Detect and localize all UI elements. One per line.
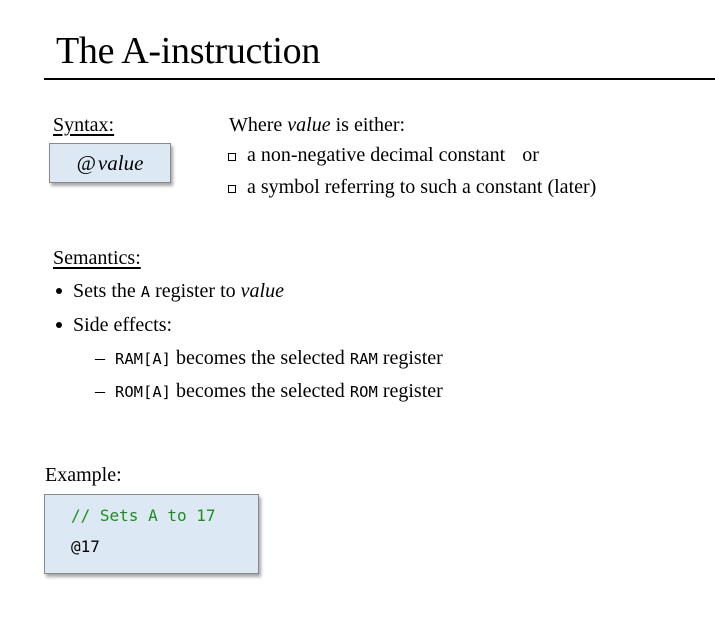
ram-a-code: RAM[A] [115, 350, 171, 368]
where-item-1-tail: or [522, 144, 539, 166]
rom-code: ROM [349, 383, 378, 401]
semantics-label: Semantics: [53, 247, 141, 269]
where-item-2: a symbol referring to such a constant (l… [247, 176, 597, 198]
square-bullet-icon [228, 153, 236, 161]
bullet-1-value-word: value [240, 280, 284, 302]
semantics-bullet-1: Sets the A register to value [73, 279, 284, 304]
rom-a-code: ROM[A] [115, 383, 171, 401]
example-comment: // Sets A to 17 [71, 506, 216, 525]
syntax-box: @ value [49, 143, 171, 183]
where-item-1: a non-negative decimal constant or [247, 143, 539, 167]
syntax-label: Syntax: [53, 114, 115, 136]
where-line: Where value is either: [229, 113, 405, 137]
rom-suffix: register [377, 380, 443, 402]
square-bullet-icon [228, 185, 236, 193]
slide-title: The A-instruction [56, 30, 321, 72]
dash-bullet: – [95, 380, 105, 402]
bullet-1-middle: register to [150, 280, 241, 302]
ram-code: RAM [349, 350, 378, 368]
ram-middle: becomes the selected [171, 347, 350, 369]
where-value-word: value [287, 114, 331, 136]
bullet-dot-icon [56, 322, 62, 328]
semantics-bullet-2: Side effects: [73, 314, 173, 336]
where-suffix: is either: [330, 114, 406, 136]
syntax-value-word: value [97, 150, 144, 175]
bullet-dot-icon [56, 288, 62, 294]
rom-middle: becomes the selected [171, 380, 350, 402]
example-label: Example: [45, 464, 122, 486]
where-prefix: Where [229, 114, 288, 136]
side-effect-rom: ROM[A] becomes the selected ROM register [115, 379, 443, 404]
where-item-1-text: a non-negative decimal constant [247, 144, 506, 166]
title-divider [44, 78, 715, 80]
example-code: @17 [71, 537, 100, 556]
bullet-1-code: A [140, 283, 151, 301]
example-code-box: // Sets A to 17 @17 [44, 494, 259, 574]
side-effect-ram: RAM[A] becomes the selected RAM register [115, 346, 443, 371]
ram-suffix: register [377, 347, 443, 369]
bullet-1-prefix: Sets the [73, 280, 141, 302]
dash-bullet: – [95, 347, 105, 369]
syntax-at-symbol: @ [76, 150, 96, 175]
